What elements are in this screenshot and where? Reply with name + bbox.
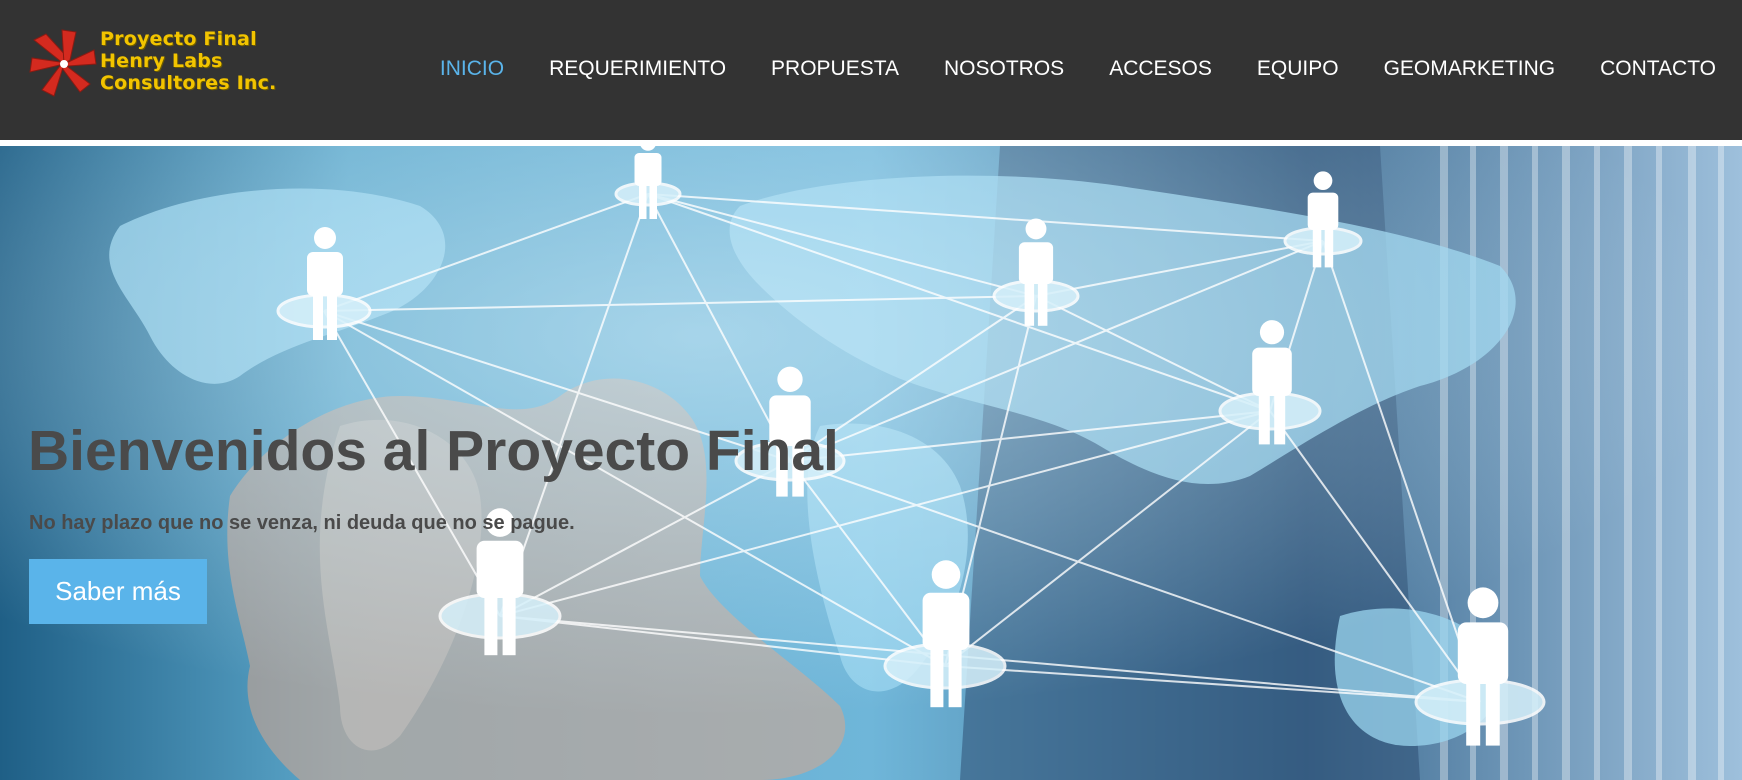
nav-geomarketing[interactable]: GEOMARKETING (1384, 57, 1556, 81)
brand-logo[interactable]: Proyecto Final Henry Labs Consultores In… (28, 26, 288, 102)
brand-name: Proyecto Final Henry Labs Consultores In… (100, 28, 276, 94)
nav-accesos[interactable]: ACCESOS (1109, 57, 1212, 81)
nav-propuesta[interactable]: PROPUESTA (771, 57, 899, 81)
pinwheel-logo-icon (29, 29, 97, 97)
nav-contacto[interactable]: CONTACTO (1600, 57, 1716, 81)
saber-mas-button[interactable]: Saber más (29, 559, 207, 624)
main-nav: INICIO REQUERIMIENTO PROPUESTA NOSOTROS … (440, 57, 1716, 81)
brand-line-2: Henry Labs (100, 50, 223, 72)
nav-requerimiento[interactable]: REQUERIMIENTO (549, 57, 726, 81)
hero-title: Bienvenidos al Proyecto Final (28, 419, 839, 483)
brand-line-1: Proyecto Final (100, 28, 257, 50)
nav-equipo[interactable]: EQUIPO (1257, 57, 1339, 81)
site-header: Proyecto Final Henry Labs Consultores In… (0, 0, 1742, 140)
nav-inicio[interactable]: INICIO (440, 57, 504, 81)
hero-subtitle: No hay plazo que no se venza, ni deuda q… (29, 512, 575, 534)
hero-banner: Bienvenidos al Proyecto Final No hay pla… (0, 146, 1742, 780)
brand-line-3: Consultores Inc. (100, 72, 277, 94)
nav-nosotros[interactable]: NOSOTROS (944, 57, 1064, 81)
